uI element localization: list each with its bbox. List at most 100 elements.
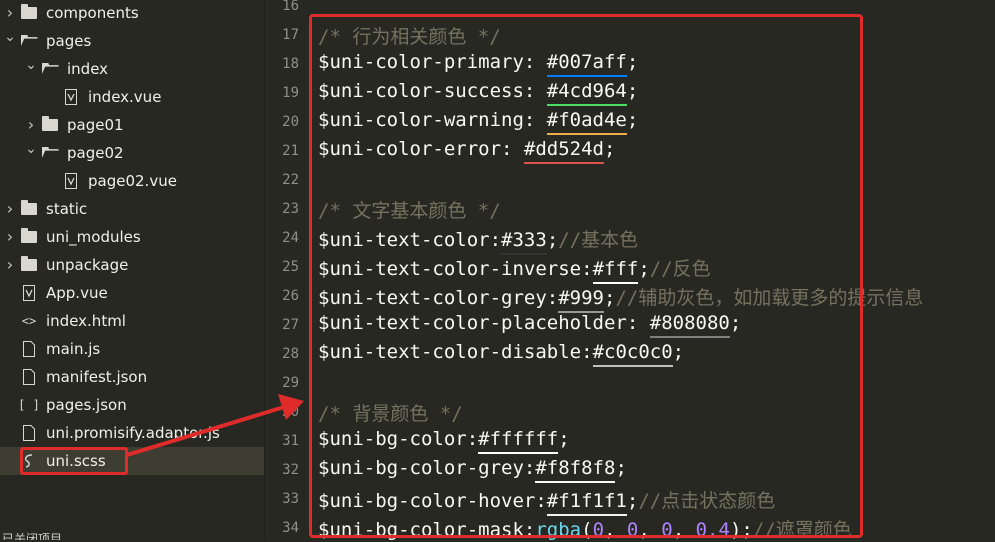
tree-item-components[interactable]: › components <box>0 0 264 27</box>
code-line[interactable]: $uni-text-color-inverse:#fff ;//反色 <box>318 254 711 284</box>
code-token-punc: ; <box>547 229 558 251</box>
tree-item-label: index <box>67 60 109 78</box>
tree-item-pages[interactable]: ⌄ pages <box>0 27 264 55</box>
file-icon <box>20 419 38 447</box>
code-token-value: #ffffff <box>478 428 559 454</box>
code-token-text: $uni-bg-color-hover <box>318 490 536 512</box>
tree-item-static[interactable]: › static <box>0 195 264 223</box>
vue-file-icon <box>62 167 80 195</box>
chevron-right-icon[interactable]: › <box>4 195 16 223</box>
code-token-punc: : <box>524 519 535 541</box>
chevron-right-icon[interactable]: › <box>4 223 16 251</box>
code-token-punc: ; <box>638 258 649 280</box>
code-token-punc: ; <box>627 80 638 102</box>
tree-item-manifest-json[interactable]: manifest.json <box>0 363 264 391</box>
code-token-punc: , <box>638 519 661 541</box>
code-token-punc: : <box>547 287 558 309</box>
line-number: 19 <box>282 85 299 101</box>
code-token-text: #f1f1f1 <box>546 490 627 512</box>
tree-item-main-js[interactable]: main.js <box>0 335 264 363</box>
code-token-text: //基本色 <box>558 229 639 251</box>
tree-item-label: page02 <box>67 144 124 162</box>
code-line[interactable]: /* 背景颜色 */ <box>318 399 463 426</box>
tree-item-label: page01 <box>67 116 124 134</box>
code-line[interactable]: $uni-color-warning: #f0ad4e; <box>318 109 638 135</box>
chevron-down-icon[interactable]: ⌄ <box>4 23 16 51</box>
tree-item-label: main.js <box>46 340 101 358</box>
tree-item-uni-scss[interactable]: uni.scss <box>0 447 264 475</box>
tree-item-page01[interactable]: › page01 <box>0 111 264 139</box>
tree-item-app-vue[interactable]: App.vue <box>0 279 264 307</box>
code-token-punc: ; <box>615 457 626 479</box>
code-token-text: #f8f8f8 <box>535 457 616 479</box>
tree-item-label: uni.promisify.adaptor.js <box>46 424 220 442</box>
code-token-comment: //基本色 <box>558 229 638 251</box>
line-number: 22 <box>282 172 299 188</box>
tree-item-index-html[interactable]: <> index.html <box>0 307 264 335</box>
tree-item-page02-vue[interactable]: page02.vue <box>0 167 264 195</box>
code-token-punc: ; <box>604 138 615 160</box>
color-swatch-underline <box>546 133 627 135</box>
code-line[interactable]: /* 行为相关颜色 */ <box>318 22 501 49</box>
code-line[interactable]: $uni-text-color-placeholder: #808080; <box>318 312 741 338</box>
code-token-text: ); <box>729 519 753 541</box>
code-token-var: $uni-text-color <box>318 229 490 251</box>
tree-item-index[interactable]: ⌄ index <box>0 55 264 83</box>
code-token-text: ; <box>626 490 639 512</box>
line-number: 28 <box>282 346 299 362</box>
line-number: 32 <box>282 462 299 478</box>
code-token-var: $uni-text-color-grey <box>318 287 547 309</box>
tree-item-uni-modules[interactable]: › uni_modules <box>0 223 264 251</box>
code-token-value: #f1f1f1 <box>546 490 627 516</box>
code-token-text: : <box>581 341 593 363</box>
code-line[interactable]: $uni-color-primary: #007aff; <box>318 51 638 77</box>
color-swatch-underline <box>649 336 730 338</box>
code-token-punc: ; <box>604 287 615 309</box>
color-swatch-underline <box>535 481 616 483</box>
code-token-comment: //辅助灰色，如加载更多的提示信息 <box>615 287 923 309</box>
code-line[interactable]: $uni-text-color-disable:#c0c0c0; <box>318 341 685 367</box>
code-line[interactable]: $uni-bg-color-hover:#f1f1f1 ;//点击状态颜色 <box>318 486 775 516</box>
code-line[interactable]: $uni-color-error: #dd524d; <box>318 138 615 164</box>
code-token-punc: ; <box>627 51 638 73</box>
line-number: 29 <box>282 375 299 391</box>
code-token-text: 0 <box>661 519 673 541</box>
code-token-punc: : <box>490 229 501 251</box>
code-token-value: #333 <box>501 229 547 255</box>
code-token-text: $uni-text-color <box>318 229 490 251</box>
tree-item-unpackage[interactable]: › unpackage <box>0 251 264 279</box>
code-editor[interactable]: 16 17 /* 行为相关颜色 */ 18 $uni-color-primary: #0… <box>265 0 995 542</box>
code-line[interactable]: $uni-bg-color:#ffffff; <box>318 428 570 454</box>
code-line[interactable]: $uni-color-success: #4cd964; <box>318 80 638 106</box>
color-swatch-underline <box>478 452 559 454</box>
code-token-text: : <box>523 519 536 541</box>
code-token-num: 0 <box>627 519 638 541</box>
tree-item-index-vue[interactable]: index.vue <box>0 83 264 111</box>
chevron-right-icon[interactable]: › <box>4 251 16 279</box>
chevron-down-icon[interactable]: ⌄ <box>25 51 37 79</box>
code-token-text: #fff <box>592 258 639 280</box>
code-line[interactable]: $uni-text-color-grey:#999 ;//辅助灰色，如加载更多的提… <box>318 283 923 313</box>
code-line[interactable]: $uni-text-color:#333 ;//基本色 <box>318 225 638 255</box>
code-token-punc: : <box>627 312 650 334</box>
code-token-text: ; <box>672 341 685 363</box>
code-token-text: #f0ad4e <box>546 109 627 131</box>
html-file-icon: <> <box>21 314 37 328</box>
code-token-comment: //反色 <box>650 258 711 280</box>
tree-item-page02[interactable]: ⌄ page02 <box>0 139 264 167</box>
code-token-punc: ; <box>627 490 638 512</box>
code-line[interactable]: $uni-bg-color-mask:rgba(0, 0, 0, 0.4);//… <box>318 515 852 542</box>
code-token-var: $uni-text-color-placeholder <box>318 312 627 334</box>
code-token-num: 0 <box>661 519 672 541</box>
chevron-down-icon[interactable]: ⌄ <box>25 135 37 163</box>
tree-item-uni-promisify-adaptor-js[interactable]: uni.promisify.adaptor.js <box>0 419 264 447</box>
code-token-text: ; <box>604 138 616 160</box>
vue-file-icon <box>20 279 38 307</box>
code-line[interactable]: /* 文字基本颜色 */ <box>318 196 501 223</box>
tree-item-pages-json[interactable]: [ ] pages.json <box>0 391 264 419</box>
code-token-text: ( <box>581 519 593 541</box>
closed-projects-label[interactable]: 已关闭项目 <box>0 532 266 540</box>
code-token-text: #ffffff <box>478 428 559 450</box>
color-swatch-underline <box>592 365 673 367</box>
code-line[interactable]: $uni-bg-color-grey:#f8f8f8; <box>318 457 627 483</box>
